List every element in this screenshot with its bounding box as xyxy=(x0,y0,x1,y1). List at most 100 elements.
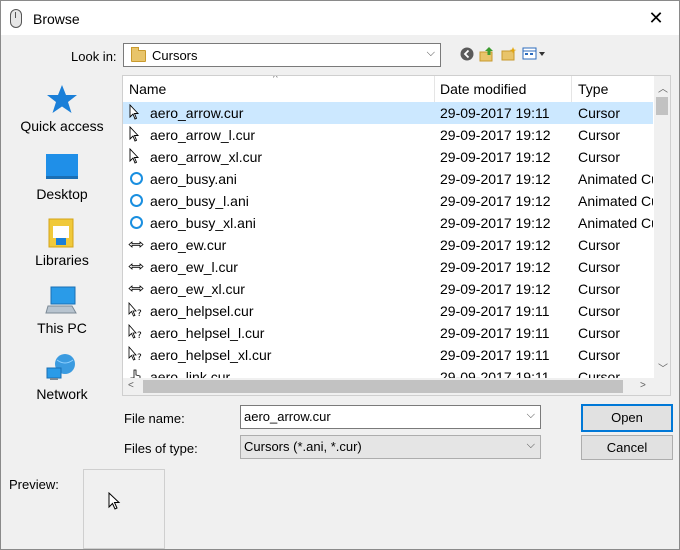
resize-ew-icon xyxy=(128,258,144,275)
window-title: Browse xyxy=(33,11,80,27)
horizontal-scroll-thumb[interactable] xyxy=(143,380,623,393)
cancel-button[interactable]: Cancel xyxy=(581,435,673,460)
column-header-name[interactable]: Name xyxy=(129,81,166,97)
file-row[interactable]: ? aero_helpsel_l.cur 29-09-2017 19:11 Curso… xyxy=(123,322,653,344)
file-type-cell: Animated Cu xyxy=(578,215,653,231)
file-name-cell: aero_helpsel_xl.cur xyxy=(150,347,272,363)
vertical-scroll-thumb[interactable] xyxy=(656,97,668,115)
libraries-icon xyxy=(45,218,79,248)
place-network[interactable]: Network xyxy=(6,352,118,402)
vertical-scrollbar[interactable]: ︿ ﹀ xyxy=(654,76,670,378)
scroll-left-icon[interactable]: < xyxy=(128,380,134,391)
place-libraries[interactable]: Libraries xyxy=(6,218,118,268)
open-button[interactable]: Open xyxy=(581,404,673,432)
file-name-cell: aero_ew_l.cur xyxy=(150,259,238,275)
close-icon: ✕ xyxy=(648,7,664,28)
view-menu-icon xyxy=(522,47,545,60)
scroll-right-icon[interactable]: > xyxy=(640,380,646,391)
files-of-type-select[interactable]: Cursors (*.ani, *.cur) ⌵ xyxy=(240,435,541,459)
place-quick-access[interactable]: Quick access xyxy=(6,84,118,134)
scroll-down-icon[interactable]: ﹀ xyxy=(658,360,668,375)
file-type-cell: Cursor xyxy=(578,237,621,253)
place-label: Quick access xyxy=(20,118,104,134)
file-row[interactable]: aero_ew.cur 29-09-2017 19:12 Cursor xyxy=(123,234,653,256)
column-divider[interactable] xyxy=(571,76,572,102)
file-name-cell: aero_busy_l.ani xyxy=(150,193,249,209)
file-date-cell: 29-09-2017 19:12 xyxy=(440,171,551,187)
file-type-cell: Animated Cu xyxy=(578,193,653,209)
file-date-cell: 29-09-2017 19:11 xyxy=(440,303,550,319)
place-label: Libraries xyxy=(35,252,89,268)
file-name-cell: aero_ew_xl.cur xyxy=(150,281,245,297)
file-name-cell: aero_arrow.cur xyxy=(150,105,244,121)
up-folder-button[interactable] xyxy=(479,46,495,62)
place-label: Network xyxy=(36,386,88,402)
help-select-icon: ? xyxy=(128,301,144,319)
file-row[interactable]: ? aero_helpsel_xl.cur 29-09-2017 19:11 Curs… xyxy=(123,344,653,366)
svg-text:?: ? xyxy=(137,353,142,363)
file-row[interactable]: aero_arrow_xl.cur 29-09-2017 19:12 Cursor xyxy=(123,146,653,168)
file-date-cell: 29-09-2017 19:12 xyxy=(440,237,551,253)
file-row[interactable]: aero_arrow_l.cur 29-09-2017 19:12 Cursor xyxy=(123,124,653,146)
this-pc-icon xyxy=(45,286,79,316)
files-of-type-value: Cursors (*.ani, *.cur) xyxy=(244,439,362,454)
help-select-icon: ? xyxy=(128,323,144,341)
file-name-cell: aero_arrow_l.cur xyxy=(150,127,256,143)
file-type-cell: Animated Cu xyxy=(578,171,653,187)
back-button[interactable] xyxy=(459,46,475,62)
file-date-cell: 29-09-2017 19:12 xyxy=(440,149,551,165)
look-in-combo[interactable]: Cursors ⌵ xyxy=(123,43,441,67)
file-name-cell: aero_busy_xl.ani xyxy=(150,215,256,231)
arrow-cursor-icon xyxy=(108,492,121,510)
file-row[interactable]: aero_busy.ani 29-09-2017 19:12 Animated Cu xyxy=(123,168,653,190)
preview-pane xyxy=(83,469,165,549)
place-desktop[interactable]: Desktop xyxy=(6,152,118,202)
arrow-cursor-icon xyxy=(128,125,144,143)
column-header-date[interactable]: Date modified xyxy=(440,81,526,97)
place-label: This PC xyxy=(37,320,87,336)
file-list[interactable]: ^ Name Date modified Type aero_arrow.cur… xyxy=(122,75,671,396)
new-folder-button[interactable] xyxy=(501,46,517,62)
file-type-cell: Cursor xyxy=(578,281,621,297)
chevron-down-icon: ⌵ xyxy=(526,439,535,451)
look-in-label: Look in: xyxy=(71,49,117,64)
file-name-cell: aero_arrow_xl.cur xyxy=(150,149,263,165)
file-date-cell: 29-09-2017 19:12 xyxy=(440,259,551,275)
file-date-cell: 29-09-2017 19:11 xyxy=(440,105,550,121)
scroll-up-icon[interactable]: ︿ xyxy=(658,80,668,95)
file-row[interactable]: aero_busy_xl.ani 29-09-2017 19:12 Animated… xyxy=(123,212,653,234)
file-date-cell: 29-09-2017 19:12 xyxy=(440,127,551,143)
file-date-cell: 29-09-2017 19:11 xyxy=(440,325,550,341)
places-bar: Quick access Desktop Libraries This PC N… xyxy=(6,74,118,402)
svg-text:?: ? xyxy=(137,331,142,341)
file-row[interactable]: aero_busy_l.ani 29-09-2017 19:12 Animated … xyxy=(123,190,653,212)
file-type-cell: Cursor xyxy=(578,149,621,165)
file-row[interactable]: aero_ew_xl.cur 29-09-2017 19:12 Cursor xyxy=(123,278,653,300)
column-divider[interactable] xyxy=(434,76,435,102)
view-menu-button[interactable] xyxy=(522,46,548,62)
help-select-icon: ? xyxy=(128,345,144,363)
file-type-cell: Cursor xyxy=(578,325,621,341)
scroll-corner xyxy=(654,378,670,395)
chevron-down-icon[interactable]: ⌵ xyxy=(527,409,535,422)
file-row[interactable]: ? aero_helpsel.cur 29-09-2017 19:11 Cursor xyxy=(123,300,653,322)
file-date-cell: 29-09-2017 19:11 xyxy=(440,347,550,363)
horizontal-scrollbar[interactable]: < > xyxy=(123,378,654,395)
title-bar: Browse ✕ xyxy=(1,1,679,35)
file-type-cell: Cursor xyxy=(578,303,621,319)
browse-dialog: Browse ✕ Look in: Cursors ⌵ Quick access xyxy=(0,0,680,550)
folder-icon xyxy=(131,47,146,62)
place-this-pc[interactable]: This PC xyxy=(6,286,118,336)
column-header-type[interactable]: Type xyxy=(578,81,608,97)
file-name-cell: aero_busy.ani xyxy=(150,171,237,187)
quick-access-star-icon xyxy=(45,84,79,114)
file-name-input[interactable]: aero_arrow.cur ⌵ xyxy=(240,405,541,429)
file-name-cell: aero_helpsel_l.cur xyxy=(150,325,265,341)
list-header: ^ Name Date modified Type xyxy=(123,76,653,102)
file-row[interactable]: aero_ew_l.cur 29-09-2017 19:12 Cursor xyxy=(123,256,653,278)
svg-text:?: ? xyxy=(137,309,142,319)
files-of-type-label: Files of type: xyxy=(124,441,198,456)
close-button[interactable]: ✕ xyxy=(633,1,679,35)
file-name-cell: aero_ew.cur xyxy=(150,237,227,253)
file-row[interactable]: aero_arrow.cur 29-09-2017 19:11 Cursor xyxy=(123,102,653,124)
